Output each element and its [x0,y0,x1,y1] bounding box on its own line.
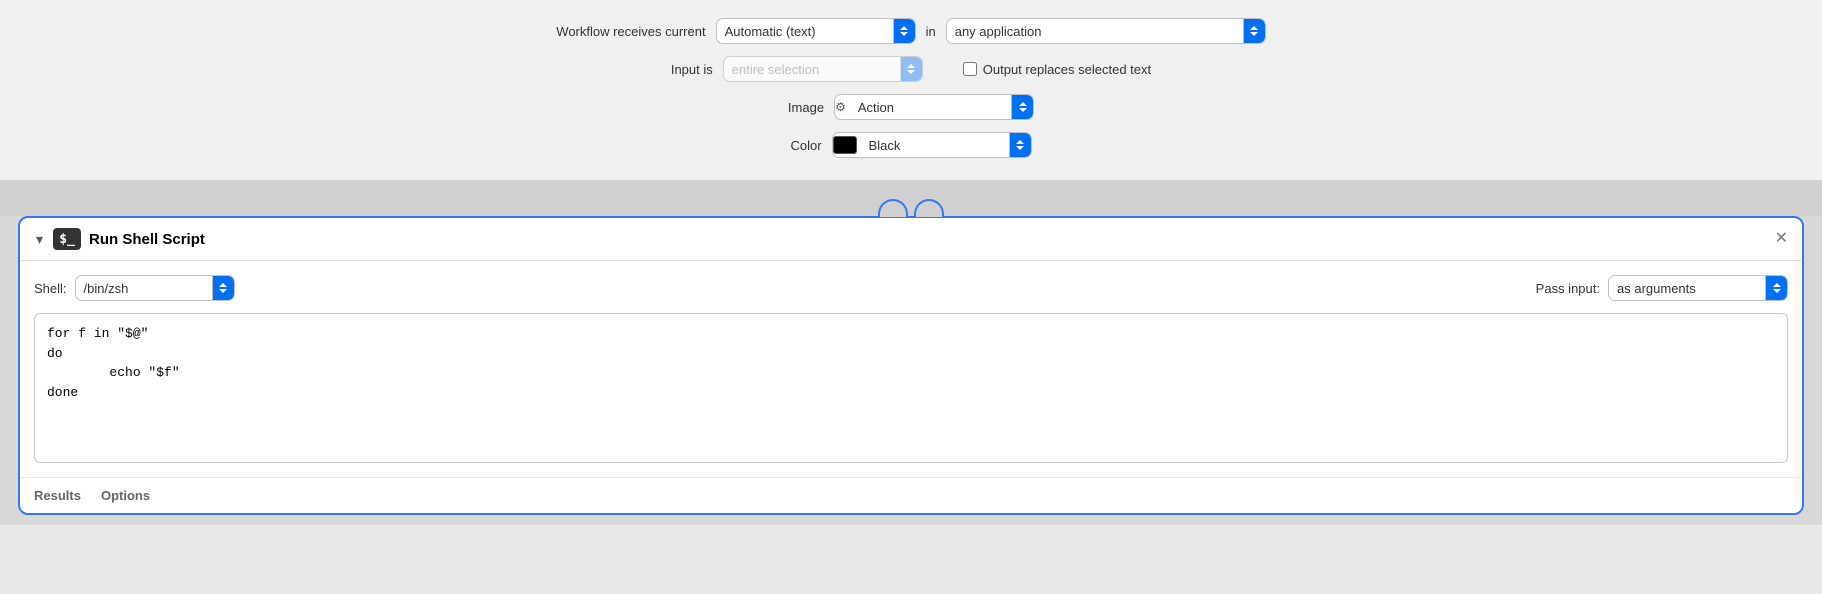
shell-left: Shell: /bin/zsh [34,275,235,301]
connector-bumps [878,199,944,217]
in-label: in [926,24,936,39]
color-select[interactable]: Black [832,132,1032,158]
input-is-stepper[interactable] [900,57,922,81]
pass-input-label: Pass input: [1536,281,1600,296]
input-row: Input is entire selection Output replace… [671,56,1151,82]
connector-bump-right [914,199,944,217]
output-replaces-label: Output replaces selected text [983,62,1151,77]
shell-row: Shell: /bin/zsh Pass input: as arguments [34,275,1788,301]
input-is-select[interactable]: entire selection [723,56,923,82]
connector-bump-left [878,199,908,217]
app-chevron-up-icon [1250,26,1258,30]
gear-icon: ⚙ [835,100,846,114]
workflow-receives-label: Workflow receives current [556,24,705,39]
pass-input-select[interactable]: as arguments [1608,275,1788,301]
input-chevron-down-icon [907,70,915,74]
input-is-label: Input is [671,62,713,77]
action-title: Run Shell Script [89,231,1788,248]
pass-input-stepper[interactable] [1765,276,1787,300]
input-is-placeholder: entire selection [724,62,900,77]
terminal-icon-text: $_ [59,232,75,247]
color-chevron-down-icon [1016,146,1024,150]
chevron-up-icon [900,26,908,30]
output-replaces-wrapper: Output replaces selected text [963,62,1151,77]
chevron-down-icon [900,32,908,36]
image-chevron-down-icon [1019,108,1027,112]
color-chevron-up-icon [1016,140,1024,144]
connector-area [0,180,1822,216]
color-stepper[interactable] [1009,133,1031,157]
top-section: Workflow receives current Automatic (tex… [0,0,1822,180]
pass-input-chevron-down-icon [1773,289,1781,293]
shell-select[interactable]: /bin/zsh [75,275,235,301]
shell-chevron-up-icon [219,283,227,287]
color-swatch [833,136,857,154]
app-value: any application [947,24,1243,39]
input-type-select[interactable]: Automatic (text) [716,18,916,44]
shell-value: /bin/zsh [76,281,212,296]
input-type-value: Automatic (text) [717,24,893,39]
output-replaces-checkbox[interactable] [963,62,977,76]
close-button[interactable]: ✕ [1775,231,1788,247]
image-stepper[interactable] [1011,95,1033,119]
action-panel: ▾ $_ Run Shell Script ✕ Shell: /bin/zsh [18,216,1804,515]
color-label: Color [790,138,821,153]
pass-input-value: as arguments [1609,281,1765,296]
image-select[interactable]: ⚙ Action [834,94,1034,120]
pass-input-right: Pass input: as arguments [1536,275,1788,301]
shell-chevron-down-icon [219,289,227,293]
terminal-icon: $_ [53,228,81,250]
image-row: Image ⚙ Action [788,94,1034,120]
collapse-button[interactable]: ▾ [34,231,45,248]
pass-input-chevron-up-icon [1773,283,1781,287]
input-chevron-up-icon [907,64,915,68]
image-label: Image [788,100,824,115]
tab-options[interactable]: Options [101,486,150,505]
action-footer: Results Options [20,477,1802,513]
app-stepper[interactable] [1243,19,1265,43]
color-value: Black [861,138,1009,153]
code-editor[interactable]: for f in "$@" do echo "$f" done [34,313,1788,463]
input-type-stepper[interactable] [893,19,915,43]
tab-results[interactable]: Results [34,486,81,505]
color-row: Color Black [790,132,1031,158]
action-body: Shell: /bin/zsh Pass input: as arguments [20,261,1802,477]
app-chevron-down-icon [1250,32,1258,36]
shell-stepper[interactable] [212,276,234,300]
app-select[interactable]: any application [946,18,1266,44]
action-header: ▾ $_ Run Shell Script ✕ [20,218,1802,261]
workflow-row: Workflow receives current Automatic (tex… [556,18,1265,44]
image-value: Action [850,100,1011,115]
image-chevron-up-icon [1019,102,1027,106]
shell-label: Shell: [34,281,67,296]
